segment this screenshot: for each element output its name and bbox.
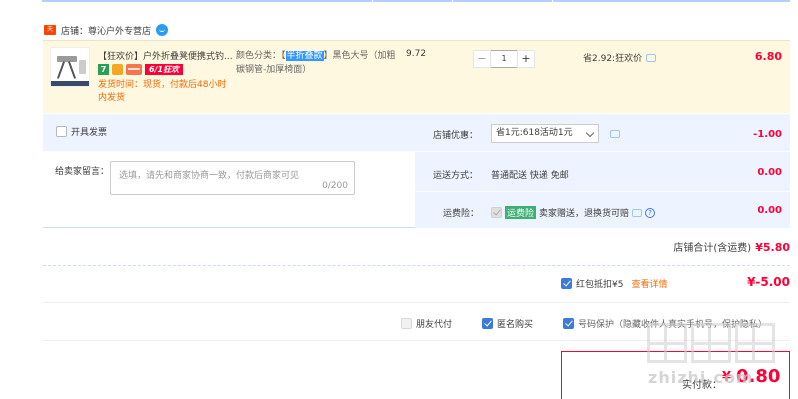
redpack-row: 红包抵扣¥5 查看详情 <box>561 277 667 290</box>
insurance-tag: 运费险 <box>505 206 537 219</box>
item-saving: 省2.92:狂欢价 <box>583 51 657 64</box>
message-placeholder: 选填，请先和商家协商一致，付款后商家可见 <box>119 171 300 181</box>
invoice-option[interactable]: 开具发票 <box>56 125 107 138</box>
delivery-amount: 0.00 <box>757 167 782 178</box>
help-icon[interactable]: ? <box>645 207 656 218</box>
insurance-checkbox <box>491 207 502 218</box>
invoice-label: 开具发票 <box>71 128 108 138</box>
insurance-label: 运费险： <box>443 209 480 219</box>
order-options-block: 开具发票 给卖家留言： 选填，请先和商家协商一致，付款后商家可见 0/200 店… <box>43 114 790 228</box>
delivery-label: 运送方式： <box>433 171 479 181</box>
delivery-method: 普通配送 快递 免邮 <box>491 171 569 181</box>
product-sku: 颜色分类：【半折叠款】黑色大号（加粗碳钢管-加厚椅面） <box>236 49 396 77</box>
chevron-down-icon <box>585 128 595 138</box>
seller-message-textarea[interactable]: 选填，请先和商家协商一致，付款后商家可见 0/200 <box>110 161 355 195</box>
sku-prefix: 颜色分类：【 <box>236 51 286 61</box>
shop-total-value: ¥5.80 <box>755 241 790 254</box>
shipping-time: 发货时间：现货，付款后48小时内发货 <box>98 80 227 103</box>
quantity-minus-button[interactable]: − <box>473 50 491 68</box>
shop-discount-value: -1.00 <box>753 129 782 140</box>
shop-discount-label: 店铺优惠： <box>433 131 479 141</box>
table-header-line <box>42 0 790 2</box>
invoice-checkbox[interactable] <box>56 126 67 137</box>
service-badges: 7 6/1狂欢 <box>98 63 184 75</box>
watermark-logo <box>647 323 775 363</box>
friend-pay-checkbox[interactable] <box>401 318 412 329</box>
shop-name[interactable]: 店铺：尊沁户外专营店 <box>61 24 151 37</box>
unit-price: 9.72 <box>406 49 427 59</box>
shop-header: 天 店铺：尊沁户外专营店 <box>44 22 169 38</box>
friend-pay-label: 朋友代付 <box>416 320 453 330</box>
shop-total: 店铺合计(含运费) ¥5.80 <box>673 239 790 254</box>
anonymous-checkbox[interactable] <box>482 318 494 329</box>
quantity-input[interactable]: 1 <box>491 50 517 68</box>
redpack-value: ¥-5.00 <box>747 275 790 289</box>
quantity-plus-button[interactable]: + <box>517 50 535 68</box>
tmall-shop-icon: 天 <box>44 25 56 35</box>
wangwang-chat-icon[interactable] <box>156 24 169 36</box>
divider <box>43 302 790 303</box>
credit-card-icon <box>126 63 142 75</box>
anonymous-label: 匿名购买 <box>497 320 534 330</box>
seven-day-return-icon: 7 <box>98 63 109 75</box>
discount-chat-icon[interactable] <box>610 130 620 138</box>
order-item-row: 【狂欢价】户外折叠凳便携式钓... 7 6/1狂欢 发货时间：现货，付款后48小… <box>43 40 790 113</box>
watermark-text: zhizhi.com <box>648 368 754 387</box>
insurance-amount: 0.00 <box>757 205 782 216</box>
shop-total-label: 店铺合计(含运费) <box>673 243 752 254</box>
freight-insurance: 运费险 卖家赠送，退换货可赔 ? <box>491 206 656 219</box>
header-separator <box>552 0 553 2</box>
anonymous-option[interactable]: 匿名购买 <box>482 317 533 330</box>
friend-pay-option[interactable]: 朋友代付 <box>401 317 452 330</box>
shop-discount-select[interactable]: 省1元:618活动1元 <box>491 124 599 143</box>
redpack-checkbox[interactable] <box>561 278 572 289</box>
message-char-count: 0/200 <box>322 181 348 191</box>
insurance-text: 卖家赠送，退换货可赔 <box>539 209 630 219</box>
shield-icon <box>112 63 123 75</box>
product-thumbnail[interactable] <box>50 47 90 87</box>
promo-618-badge: 6/1狂欢 <box>145 63 184 75</box>
sku-highlight: 半折叠款 <box>285 51 324 61</box>
item-subtotal: 6.80 <box>754 50 782 63</box>
redpack-details-link[interactable]: 查看详情 <box>631 277 667 290</box>
header-separator <box>372 0 373 2</box>
saving-text: 省2.92:狂欢价 <box>583 54 643 64</box>
privacy-checkbox[interactable] <box>563 318 575 329</box>
message-label: 给卖家留言： <box>55 167 110 177</box>
insurance-chat-icon[interactable] <box>632 208 643 217</box>
shop-discount-selected: 省1元:618活动1元 <box>496 128 573 138</box>
redpack-label: 红包抵扣¥5 <box>576 280 624 290</box>
header-separator <box>452 0 453 2</box>
divider <box>43 265 790 266</box>
quantity-stepper: − 1 + <box>473 50 535 68</box>
chat-bubble-icon[interactable] <box>646 53 657 62</box>
product-title[interactable]: 【狂欢价】户外折叠凳便携式钓... <box>98 49 233 62</box>
